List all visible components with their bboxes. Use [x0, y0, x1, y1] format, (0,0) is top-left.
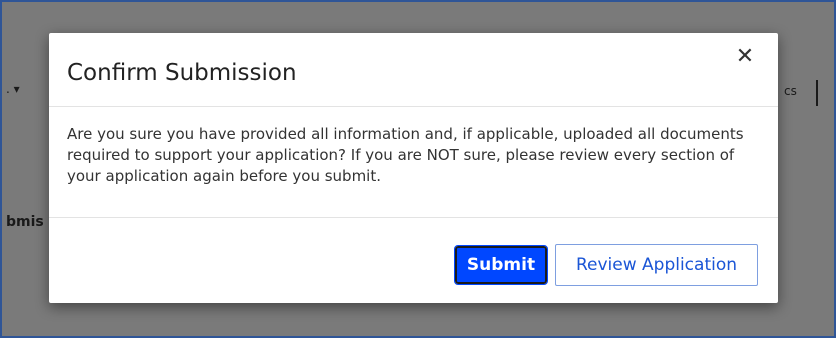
background-nav-divider — [816, 80, 818, 106]
dialog-header: Confirm Submission ✕ — [49, 33, 778, 107]
background-nav-dropdown-fragment: . ▾ — [6, 82, 20, 96]
close-icon[interactable]: ✕ — [733, 43, 757, 71]
review-application-button[interactable]: Review Application — [555, 244, 758, 286]
background-nav-link-fragment: cs — [784, 84, 797, 98]
dialog-title: Confirm Submission — [67, 60, 297, 86]
background-heading-fragment: bmis — [6, 214, 44, 230]
submit-button[interactable]: Submit — [454, 245, 548, 285]
dialog-footer: Submit Review Application — [49, 217, 778, 304]
dialog-message: Are you sure you have provided all infor… — [67, 125, 744, 185]
confirm-submission-dialog: Confirm Submission ✕ Are you sure you ha… — [49, 33, 778, 303]
screen-frame: . ▾ cs bmis Confirm Submission ✕ Are you… — [0, 0, 836, 338]
